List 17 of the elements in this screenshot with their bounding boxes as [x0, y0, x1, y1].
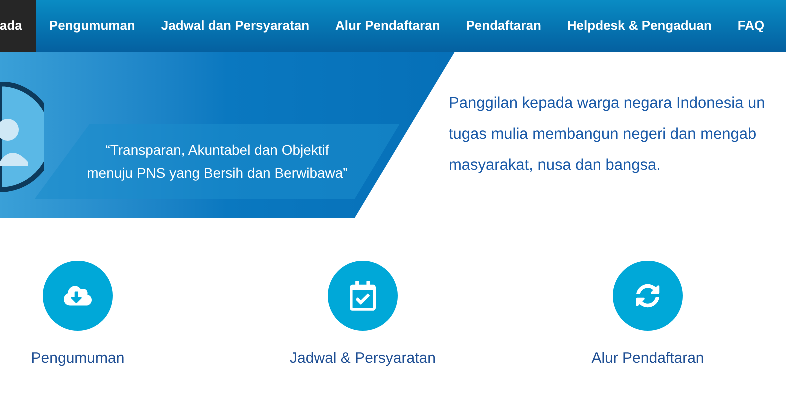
- nav-link[interactable]: Jadwal dan Persyaratan: [148, 0, 323, 52]
- feature-label[interactable]: Alur Pendaftaran: [592, 348, 704, 370]
- nav-link[interactable]: ada: [0, 0, 36, 52]
- feature-label[interactable]: Pengumuman: [31, 348, 125, 370]
- quote-text: menuju PNS yang Bersih dan Berwibawa”: [87, 164, 348, 183]
- nav-link[interactable]: Helpdesk & Pengaduan: [554, 0, 725, 52]
- refresh-icon: [636, 284, 660, 308]
- quote-text: “Transparan, Akuntabel dan Objektif: [106, 140, 330, 160]
- feature-label[interactable]: Jadwal & Persyaratan: [290, 348, 436, 370]
- intro-text: Panggilan kepada warga negara Indonesia un: [449, 94, 766, 114]
- intro-text: tugas mulia membangun negeri dan mengab: [449, 125, 758, 145]
- nav-link[interactable]: FAQ: [724, 0, 778, 52]
- nav-link[interactable]: Pendaftaran: [453, 0, 554, 52]
- intro-text: masyarakat, nusa dan bangsa.: [449, 156, 662, 176]
- nav-link[interactable]: Alur Pendaftaran: [322, 0, 454, 52]
- calendar-check-icon: [350, 281, 376, 311]
- nav-link[interactable]: Pengumuman: [36, 0, 148, 52]
